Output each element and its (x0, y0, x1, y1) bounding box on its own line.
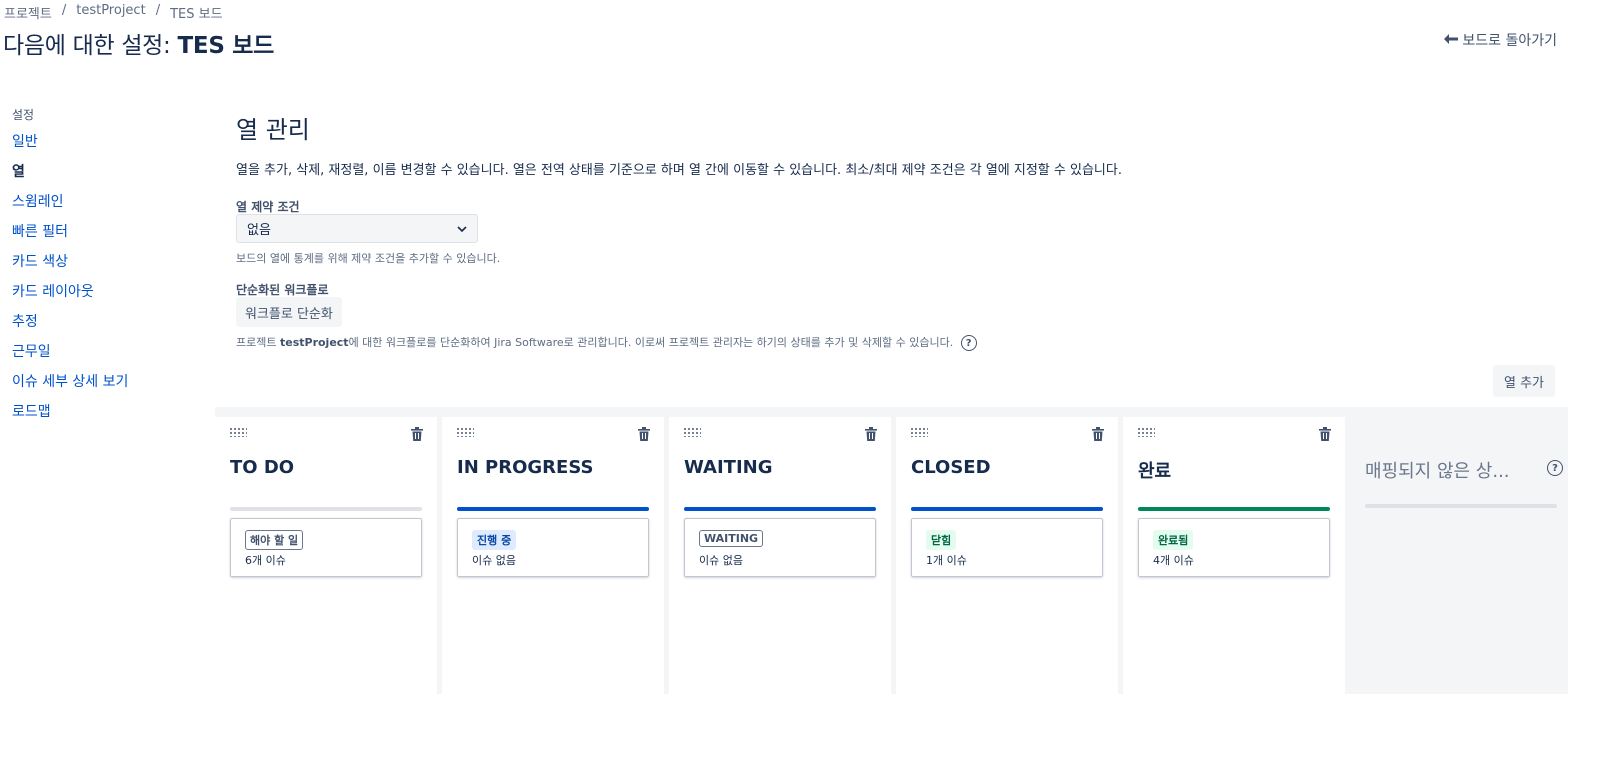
settings-sidebar: 설정 일반 열 스윔레인 빠른 필터 카드 색상 카드 레이아웃 추정 근무일 이슈 세부 상세… (12, 106, 212, 432)
breadcrumb: 프로젝트 / testProject / TES 보드 (4, 3, 223, 22)
board-column[interactable]: IN PROGRESS 진행 중이슈 없음 (442, 417, 664, 694)
sidebar-item[interactable]: 카드 레이아웃 (12, 282, 212, 312)
status-lozenge: 완료됨 (1153, 530, 1194, 550)
sidebar-item[interactable]: 스윔레인 (12, 192, 212, 222)
simplify-hint-suffix: 에 대한 워크플로를 단순화하여 Jira Software로 관리합니다. 이… (348, 336, 954, 349)
board-column[interactable]: WAITING WAITING 이슈 없음 (669, 417, 891, 694)
status-card[interactable]: WAITING 이슈 없음 (684, 518, 876, 577)
sidebar-item[interactable]: 카드 색상 (12, 252, 212, 282)
sidebar-item[interactable]: 빠른 필터 (12, 222, 212, 252)
simplified-workflow-label: 단순화된 워크플로 (236, 283, 329, 297)
back-to-board-label: 보드로 돌아가기 (1462, 33, 1557, 49)
column-status-bar (1138, 507, 1330, 511)
issue-count: 6개 이슈 (245, 554, 286, 567)
drag-handle-icon[interactable] (683, 427, 701, 437)
sidebar-item[interactable]: 일반 (12, 132, 212, 162)
trash-icon[interactable] (1319, 427, 1331, 441)
breadcrumb-project[interactable]: testProject (76, 3, 145, 22)
drag-handle-icon[interactable] (910, 427, 928, 437)
column-board: TO DO 해야 할 일 6개 이슈 IN PROGRESS 진행 중 이슈 없음 WAIT… (215, 407, 1568, 694)
trash-icon[interactable] (411, 427, 423, 441)
sidebar-item[interactable]: 열 (12, 162, 212, 192)
status-card[interactable]: 해야 할 일 6개 이슈 (230, 518, 422, 577)
trash-icon[interactable] (638, 427, 650, 441)
help-icon[interactable]: ? (960, 335, 977, 351)
drag-handle-icon[interactable] (1137, 427, 1155, 437)
column-status-bar (457, 507, 649, 511)
column-status-bar (230, 507, 422, 511)
drag-handle-icon[interactable] (456, 427, 474, 437)
board-column[interactable]: 완료완료됨 4개 이슈 (1123, 417, 1345, 694)
page-title-prefix: 다음에 대한 설정: (3, 33, 178, 59)
column-status-bar (911, 507, 1103, 511)
issue-count: 4개 이슈 (1153, 554, 1194, 567)
page-title: 다음에 대한 설정: TES 보드 (3, 26, 274, 60)
column-constraint-select[interactable]: 없음 (236, 214, 478, 243)
column-constraint-label: 열 제약 조건 (236, 200, 300, 214)
page-title-board: TES 보드 (177, 33, 275, 59)
breadcrumb-separator: / (155, 3, 161, 18)
column-management-section: 열 관리 열을 추가, 삭제, 재정렬, 이름 변경할 수 있습니다. 열은 전… (236, 110, 1566, 178)
unmapped-statuses-bar (1365, 504, 1557, 508)
status-card[interactable]: 닫힘 1개 이슈 (911, 518, 1103, 577)
column-constraint-hint: 보드의 열에 통계를 위해 제약 조건을 추가할 수 있습니다. (236, 252, 501, 265)
chevron-down-icon (457, 225, 467, 232)
breadcrumb-separator: / (61, 3, 67, 18)
breadcrumb-board[interactable]: TES 보드 (170, 3, 222, 22)
column-constraint-value: 없음 (247, 223, 271, 238)
help-icon[interactable]: ? (1547, 460, 1563, 476)
section-description: 열을 추가, 삭제, 재정렬, 이름 변경할 수 있습니다. 열은 전역 상태를… (236, 163, 1122, 178)
simplify-hint-prefix: 프로젝트 (236, 336, 280, 349)
section-heading: 열 관리 (236, 116, 310, 144)
column-title[interactable]: WAITING (684, 457, 773, 478)
simplify-workflow-hint: 프로젝트 testProject에 대한 워크플로를 단순화하여 Jira So… (236, 334, 977, 351)
status-lozenge: 닫힘 (926, 530, 957, 550)
add-column-button[interactable]: 열 추가 (1493, 365, 1556, 397)
status-lozenge: WAITING (699, 530, 764, 547)
status-card[interactable]: 진행 중이슈 없음 (457, 518, 649, 577)
column-title[interactable]: IN PROGRESS (457, 457, 593, 478)
sidebar-item[interactable]: 이슈 세부 상세 보기 (12, 372, 212, 402)
simplify-workflow-button[interactable]: 워크플로 단순화 (236, 297, 342, 327)
trash-icon[interactable] (1092, 427, 1104, 441)
back-to-board-link[interactable]: 보드로 돌아가기 (1444, 30, 1557, 50)
issue-count: 이슈 없음 (699, 554, 743, 567)
issue-count: 1개 이슈 (926, 554, 967, 567)
issue-count: 이슈 없음 (472, 554, 516, 567)
status-lozenge: 해야 할 일 (245, 530, 304, 550)
sidebar-item[interactable]: 로드맵 (12, 402, 212, 432)
column-status-bar (684, 507, 876, 511)
unmapped-statuses-title: 매핑되지 않은 상... (1365, 461, 1510, 482)
board-column[interactable]: TO DO 해야 할 일 6개 이슈 (215, 417, 437, 694)
column-title[interactable]: 완료 (1138, 457, 1171, 483)
simplify-hint-project: testProject (279, 336, 349, 349)
back-arrow-icon (1444, 32, 1459, 48)
trash-icon[interactable] (865, 427, 877, 441)
board-column[interactable]: CLOSED 닫힘 1개 이슈 (896, 417, 1118, 694)
column-title[interactable]: CLOSED (911, 457, 991, 478)
sidebar-item[interactable]: 추정 (12, 312, 212, 342)
drag-handle-icon[interactable] (229, 427, 247, 437)
status-lozenge: 진행 중 (472, 530, 517, 550)
status-card[interactable]: 완료됨 4개 이슈 (1138, 518, 1330, 577)
sidebar-item[interactable]: 근무일 (12, 342, 212, 372)
column-title[interactable]: TO DO (230, 457, 294, 478)
breadcrumb-projects[interactable]: 프로젝트 (4, 3, 52, 22)
sidebar-group-label: 설정 (12, 108, 35, 122)
